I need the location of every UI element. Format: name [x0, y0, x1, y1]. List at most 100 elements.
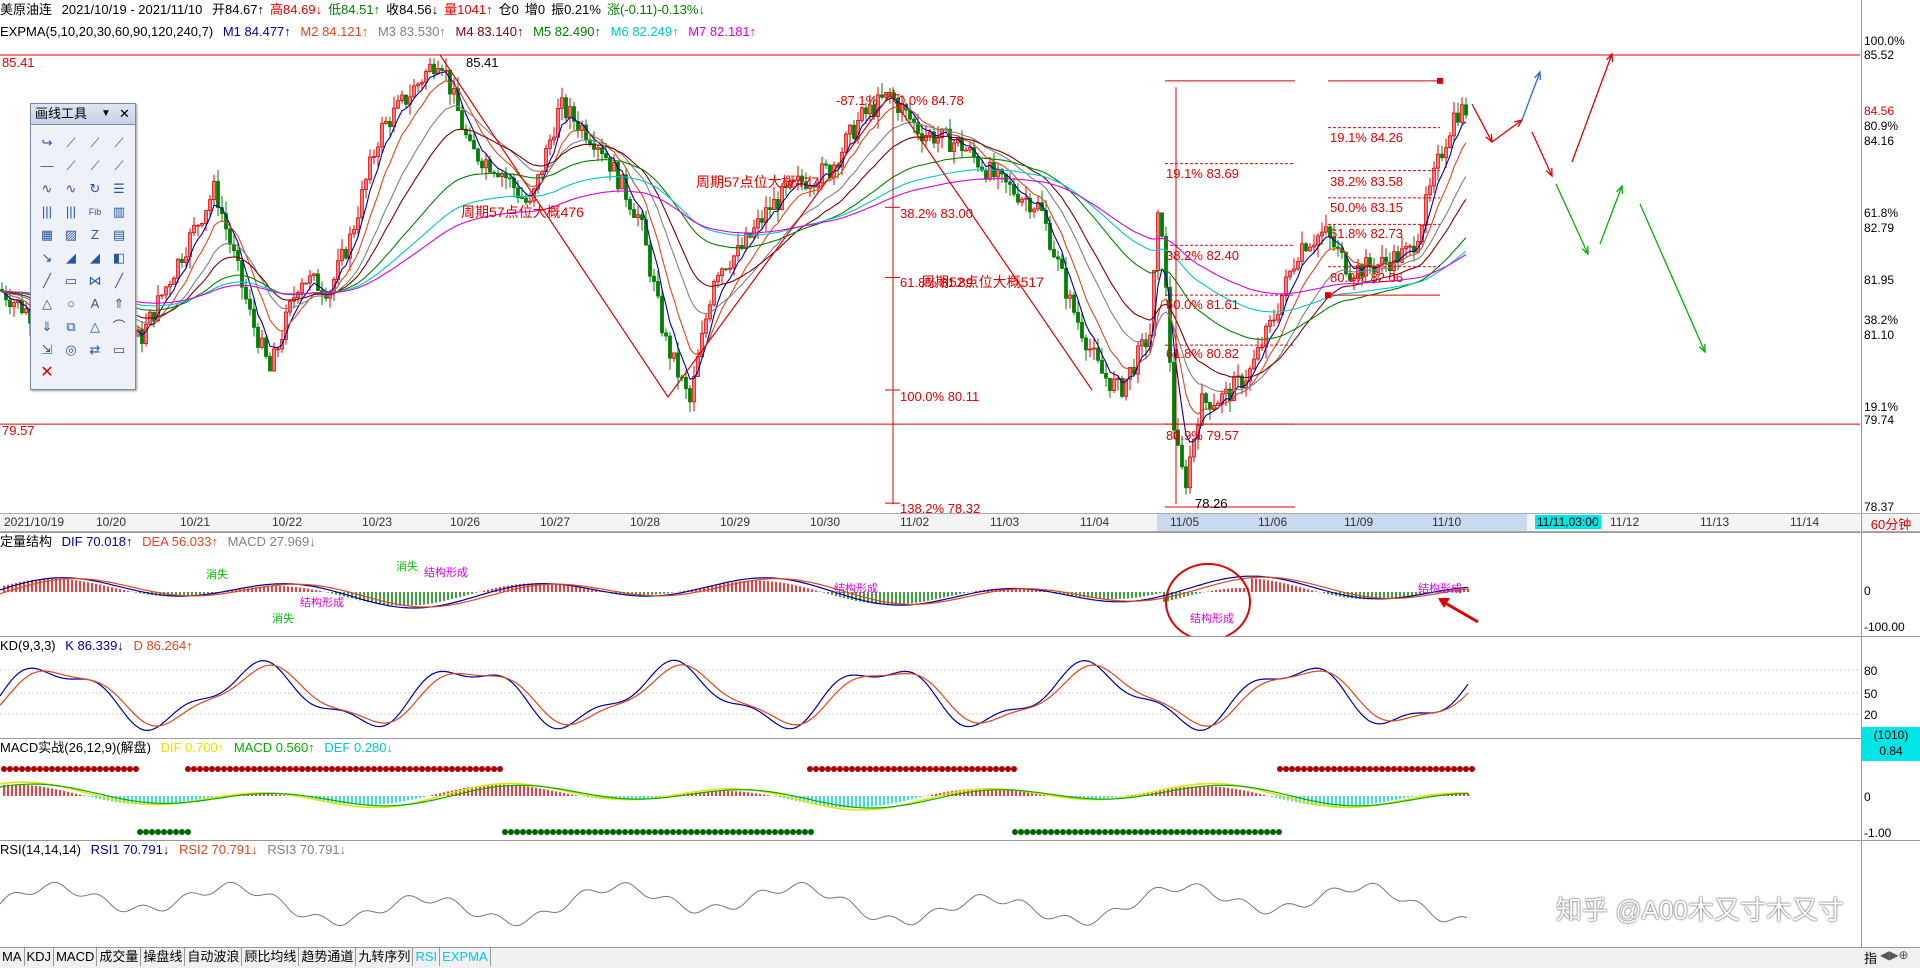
drawing-tool-icon[interactable]: ⇑ [108, 293, 130, 316]
drawing-tool-icon[interactable]: ╱ [36, 270, 58, 293]
drawing-tool-icon[interactable]: ╱ [108, 270, 130, 293]
kd-k: K 86.339↓ [65, 638, 124, 653]
drawing-tool-icon[interactable]: — [36, 155, 58, 178]
macd-signal-dot-red [67, 766, 73, 772]
indicator-tab[interactable]: MACD [54, 948, 98, 966]
price-candle [1456, 112, 1460, 123]
struct-axis-neg100: -100.00 [1864, 620, 1905, 634]
drawing-tool-icon[interactable]: ⟋ [108, 132, 130, 155]
indicator-tab[interactable]: 顾比均线 [242, 948, 300, 966]
toolbox-titlebar[interactable]: 画线工具 ▼ ✕ [31, 104, 135, 125]
drawing-tool-icon[interactable]: ↪ [36, 132, 58, 155]
fib-left-382: 38.2% 83.00 [900, 206, 974, 221]
macd-signal-dot-green [502, 829, 508, 835]
drawing-tool-icon[interactable]: ⟋ [84, 155, 106, 178]
indicator-tab[interactable]: MA [0, 948, 25, 966]
macd-signal-dot-red [1385, 766, 1391, 772]
drawing-tool-icon[interactable]: ↻ [84, 178, 106, 201]
macd-signal-dot-red [969, 766, 975, 772]
price-candle [564, 97, 568, 119]
drawing-tool-icon[interactable]: ⇲ [36, 339, 58, 362]
drawing-tool-icon[interactable]: ||| [36, 201, 58, 224]
drawing-tool-icon[interactable]: △ [84, 316, 106, 339]
time-axis-label: 11/05 [1170, 515, 1200, 529]
price-candle [984, 169, 988, 180]
indicator-tab[interactable]: RSI [413, 948, 441, 966]
drawing-tool-icon[interactable]: ▭ [108, 339, 130, 362]
drawing-tool-icon[interactable]: ⇓ [36, 316, 58, 339]
level-low-label: 79.57 [2, 423, 35, 438]
trough-label: 78.26 [1195, 496, 1228, 511]
projection-arrow-green [1555, 183, 1589, 255]
drawing-tool-icon[interactable]: ▥ [108, 201, 130, 224]
macd-signal-dot-red [1397, 766, 1403, 772]
toolbox-dropdown-icon[interactable]: ▼ [101, 104, 111, 124]
macd-signal-dot-green [784, 829, 790, 835]
macd-signal-dot-red [305, 766, 311, 772]
drawing-tool-icon[interactable]: ⟋ [60, 155, 82, 178]
price-candle [152, 311, 156, 321]
drawing-tool-icon[interactable]: ☰ [108, 178, 130, 201]
price-axis-tick: 84.56 [1864, 104, 1895, 118]
macd-signal-dot-red [933, 766, 939, 772]
indicator-tab[interactable]: 操盘线 [141, 948, 186, 966]
drawing-tool-icon[interactable]: ◢ [60, 247, 82, 270]
indicator-tab[interactable]: 自动波浪 [185, 948, 243, 966]
nav-arrows-icon[interactable]: ◀▶⊕ [1880, 948, 1909, 962]
drawing-tool-icon[interactable]: ✕ [36, 362, 58, 385]
drawing-tool-icon[interactable]: ○ [60, 293, 82, 316]
macd-signal-dot-green [1162, 829, 1168, 835]
drawing-tool-icon[interactable]: A [84, 293, 106, 316]
macd-signal-dot-green [556, 829, 562, 835]
macd-signal-dot-red [855, 766, 861, 772]
indicator-tab[interactable]: 趋势通道 [299, 948, 357, 966]
drawing-tool-icon[interactable]: ↘ [36, 247, 58, 270]
price-candle [268, 355, 272, 372]
drawing-tool-icon[interactable]: Fib [84, 201, 106, 224]
indicator-tab[interactable]: EXPMA [440, 948, 491, 966]
macd-signal-dot-red [1313, 766, 1319, 772]
drawing-tool-icon[interactable]: ⟋ [108, 155, 130, 178]
fib-mid-382: 38.2% 82.40 [1166, 248, 1240, 263]
time-axis-label: 10/23 [362, 515, 393, 529]
rsi-3: RSI3 70.791↓ [267, 842, 347, 857]
price-candle [888, 91, 892, 94]
drawing-tool-icon[interactable]: △ [36, 293, 58, 316]
drawing-tool-icon[interactable]: ∿ [36, 178, 58, 201]
drawing-tool-icon[interactable]: ⟋ [84, 132, 106, 155]
drawing-tool-icon[interactable]: ▨ [60, 224, 82, 247]
drawing-tool-icon[interactable]: ⌒ [108, 316, 130, 339]
period-selector[interactable]: 60分钟 [1862, 513, 1920, 532]
macd-dif-line [0, 781, 1469, 811]
drawing-tool-icon[interactable]: ||| [60, 201, 82, 224]
indicator-tab[interactable]: KDJ [25, 948, 55, 966]
price-candle [684, 376, 688, 390]
drawing-toolbox[interactable]: 画线工具 ▼ ✕ ↪ ⟋ ⟋ ⟋ — ⟋ ⟋ ⟋ ∿ ∿ ↻ ☰ ||| ||| Fib ▥ ▦ ▨ Z ▤ ↘ ◢ ◢ ◧ ╱… [30, 103, 136, 390]
macd-signal-dot-green [1144, 829, 1150, 835]
drawing-tool-icon[interactable]: ⇄ [84, 339, 106, 362]
drawing-tool-icon[interactable]: ◎ [60, 339, 82, 362]
macd-signal-dot-red [1307, 766, 1313, 772]
drawing-tool-icon[interactable]: ▤ [108, 224, 130, 247]
macd-signal-dot-red [185, 766, 191, 772]
drawing-tool-icon[interactable]: ∿ [60, 178, 82, 201]
macd-signal-dot-red [61, 766, 67, 772]
time-axis-label: 10/28 [630, 515, 661, 529]
drawing-tool-icon[interactable]: Z [84, 224, 106, 247]
drawing-tool-icon[interactable]: ▦ [36, 224, 58, 247]
drawing-tool-icon[interactable]: ⋈ [84, 270, 106, 293]
drawing-tool-icon[interactable]: ▭ [60, 270, 82, 293]
drawing-tool-icon[interactable]: ⧉ [60, 316, 82, 339]
toolbox-close-icon[interactable]: ✕ [119, 104, 130, 124]
macd-signal-dot-red [383, 766, 389, 772]
indicator-tab[interactable]: 九转序列 [356, 948, 414, 966]
macd-signal-dot-green [712, 829, 718, 835]
projection-arrow-green [1599, 185, 1623, 245]
indicator-tab[interactable]: 成交量 [97, 948, 142, 966]
drawing-tool-icon[interactable]: ◢ [84, 247, 106, 270]
macd-signal-dot-green [592, 829, 598, 835]
time-axis-label: 10/30 [810, 515, 841, 529]
drawing-tool-icon[interactable]: ⟋ [60, 132, 82, 155]
drawing-tool-icon[interactable]: ◧ [108, 247, 130, 270]
macd-signal-dot-green [640, 829, 646, 835]
